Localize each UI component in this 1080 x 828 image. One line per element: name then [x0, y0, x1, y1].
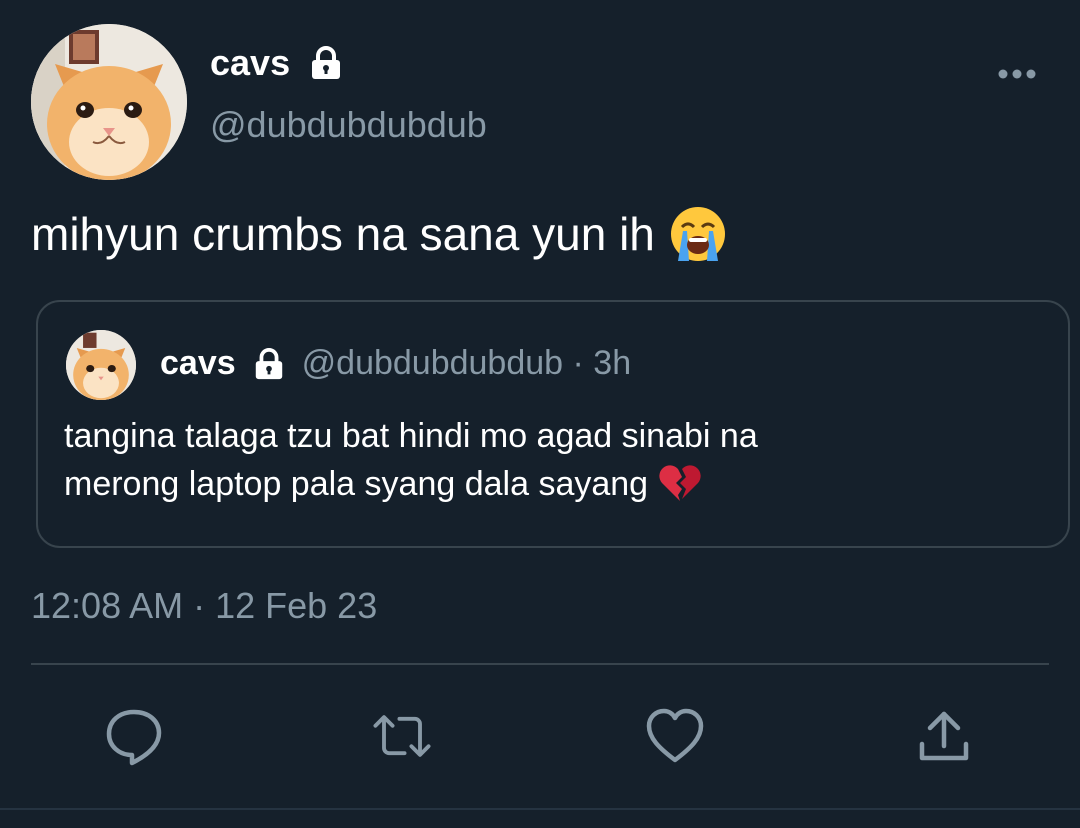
tweet-timestamp[interactable]: 12:08 AM · 12 Feb 23: [31, 585, 377, 627]
quoted-text-line: tangina talaga tzu bat hindi mo agad sin…: [64, 417, 758, 455]
quoted-text-line-2: merong laptop pala syang dala sayang: [64, 460, 1044, 508]
lock-icon: [255, 347, 282, 379]
quoted-text-line: merong laptop pala syang dala sayang: [64, 465, 649, 503]
share-icon[interactable]: [914, 706, 974, 766]
cat-avatar-image: [66, 330, 136, 400]
avatar[interactable]: [31, 24, 187, 180]
quoted-tweet[interactable]: cavs @dubdubdubdub · 3h tangina talaga t…: [36, 300, 1070, 548]
bottom-divider: [0, 808, 1080, 810]
reply-icon[interactable]: [104, 706, 164, 766]
quoted-display-name[interactable]: cavs: [160, 344, 236, 383]
quoted-text: tangina talaga tzu bat hindi mo agad sin…: [64, 412, 1044, 508]
like-icon[interactable]: [645, 706, 705, 766]
quoted-header: cavs @dubdubdubdub · 3h: [160, 344, 631, 383]
cat-avatar-image: [31, 24, 187, 180]
tweet-text: mihyun crumbs na sana yun ih: [31, 205, 727, 263]
more-options-icon[interactable]: [996, 62, 1038, 86]
tweet-detail-page: cavs @dubdubdubdub mihyun crumbs na sana…: [0, 0, 1080, 828]
lock-icon: [312, 46, 341, 79]
display-name-text[interactable]: cavs: [210, 42, 290, 84]
divider: [31, 663, 1049, 665]
quoted-handle-time: @dubdubdubdub · 3h: [301, 344, 632, 382]
display-name[interactable]: cavs: [210, 42, 344, 84]
loudly-crying-face-icon: [670, 207, 725, 261]
user-handle[interactable]: @dubdubdubdub: [210, 104, 487, 146]
broken-heart-icon: [659, 465, 701, 501]
retweet-icon[interactable]: [372, 706, 432, 766]
quoted-avatar[interactable]: [66, 330, 136, 400]
tweet-text-content: mihyun crumbs na sana yun ih: [31, 208, 655, 260]
